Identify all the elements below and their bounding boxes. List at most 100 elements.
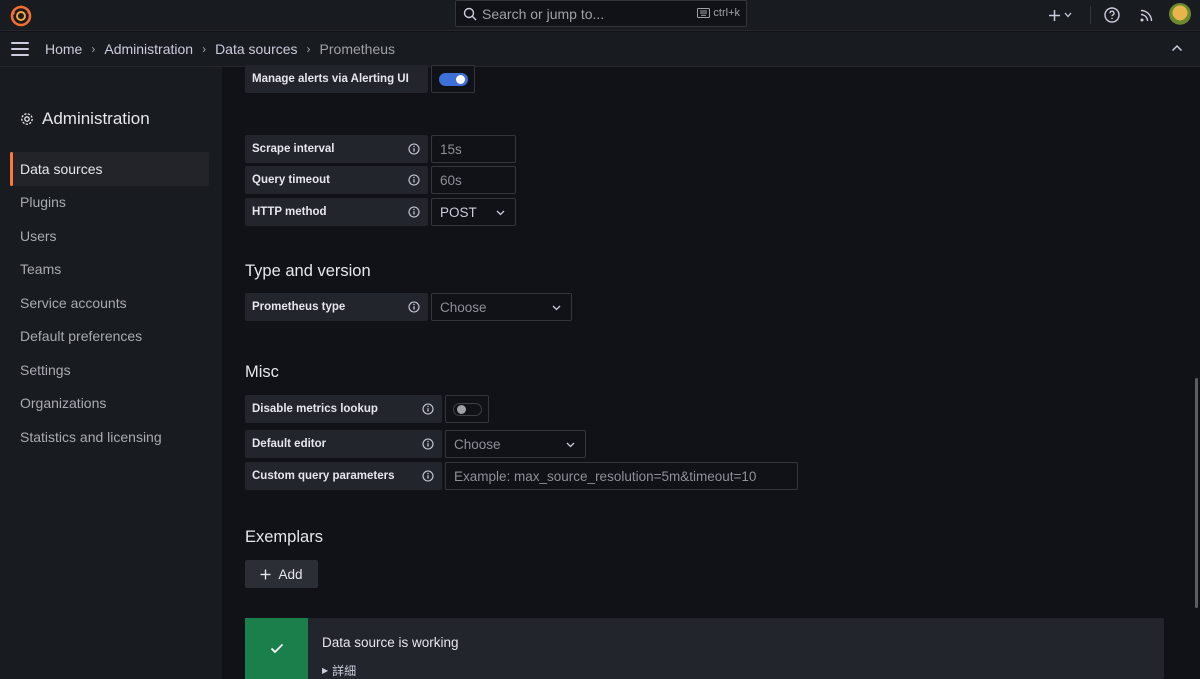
sidebar-item-teams[interactable]: Teams (10, 253, 209, 287)
chevron-down-icon (496, 210, 505, 216)
sidebar-item-settings[interactable]: Settings (10, 353, 209, 387)
top-bar: Search or jump to... ctrl+k (0, 0, 1200, 31)
manage-alerts-label-text: Manage alerts via Alerting UI (252, 73, 409, 85)
default-editor-select[interactable]: Choose (445, 430, 586, 458)
success-alert: Data source is working ▶ 詳細 (245, 618, 1164, 679)
help-icon[interactable] (1103, 6, 1121, 24)
prometheus-type-placeholder: Choose (440, 299, 487, 315)
type-version-heading: Type and version (245, 262, 371, 280)
sidebar-item-data-sources[interactable]: Data sources (10, 152, 209, 186)
sidebar-item-default-preferences[interactable]: Default preferences (10, 320, 209, 354)
disable-metrics-lookup-field (445, 395, 489, 423)
sidebar-item-label: Statistics and licensing (20, 428, 162, 445)
manage-alerts-label: Manage alerts via Alerting UI (245, 65, 428, 93)
main-content: Manage alerts via Alerting UI Scrape int… (222, 65, 1200, 679)
info-icon[interactable] (408, 301, 420, 313)
http-method-select[interactable]: POST (431, 198, 516, 226)
disable-metrics-lookup-toggle[interactable] (453, 403, 482, 416)
chevron-down-icon (566, 442, 575, 448)
custom-query-params-label-text: Custom query parameters (252, 470, 395, 482)
search-shortcut: ctrl+k (697, 7, 740, 19)
sidebar-item-label: Organizations (20, 395, 107, 412)
breadcrumb-administration[interactable]: Administration (104, 41, 193, 57)
keyboard-icon (697, 8, 711, 18)
sidebar-item-label: Data sources (20, 160, 103, 177)
manage-alerts-toggle[interactable] (439, 73, 468, 86)
success-indicator (245, 618, 308, 679)
query-timeout-label: Query timeout (245, 166, 428, 194)
custom-query-params-placeholder: Example: max_source_resolution=5m&timeou… (454, 468, 757, 484)
disable-metrics-lookup-label-text: Disable metrics lookup (252, 403, 378, 415)
details-toggle[interactable]: ▶ 詳細 (322, 662, 356, 679)
user-avatar[interactable] (1169, 3, 1191, 25)
info-icon[interactable] (422, 403, 434, 415)
add-exemplar-button[interactable]: Add (245, 560, 318, 588)
prometheus-type-label-text: Prometheus type (252, 301, 346, 313)
sidebar-item-service-accounts[interactable]: Service accounts (10, 286, 209, 320)
breadcrumb-separator-icon: › (306, 42, 311, 56)
alert-title: Data source is working (322, 635, 459, 650)
page-scrollbar[interactable] (1195, 378, 1198, 608)
details-label: 詳細 (332, 664, 357, 678)
query-timeout-label-text: Query timeout (252, 174, 330, 186)
check-icon (270, 643, 283, 654)
scrape-interval-label: Scrape interval (245, 135, 428, 163)
prometheus-type-select[interactable]: Choose (431, 293, 572, 321)
sidebar-title: Administration (20, 109, 150, 129)
scrape-interval-label-text: Scrape interval (252, 143, 335, 155)
search-icon (463, 7, 477, 21)
topbar-divider (1090, 6, 1091, 24)
info-icon[interactable] (408, 143, 420, 155)
search-placeholder: Search or jump to... (482, 6, 605, 22)
sidebar-item-label: Users (20, 227, 57, 244)
query-timeout-input[interactable]: 60s (431, 166, 516, 194)
sidebar-item-label: Settings (20, 361, 71, 378)
breadcrumb-separator-icon: › (91, 42, 96, 56)
info-icon[interactable] (422, 438, 434, 450)
custom-query-params-input[interactable]: Example: max_source_resolution=5m&timeou… (445, 462, 798, 490)
plus-icon (260, 569, 271, 579)
news-feed-icon[interactable] (1138, 6, 1156, 24)
breadcrumb-bar: Home › Administration › Data sources › P… (0, 32, 1200, 67)
custom-query-params-label: Custom query parameters (245, 462, 442, 490)
info-icon[interactable] (408, 206, 420, 218)
default-editor-placeholder: Choose (454, 436, 501, 452)
new-menu-button[interactable] (1048, 4, 1080, 26)
scrape-interval-input[interactable]: 15s (431, 135, 516, 163)
caret-right-icon: ▶ (322, 666, 329, 675)
http-method-label: HTTP method (245, 198, 428, 226)
info-icon[interactable] (408, 174, 420, 186)
info-icon[interactable] (422, 470, 434, 482)
sidebar: Administration Data sources Plugins User… (0, 67, 222, 679)
exemplars-heading: Exemplars (245, 528, 323, 546)
search-bar[interactable]: Search or jump to... ctrl+k (455, 0, 747, 27)
sidebar-item-label: Service accounts (20, 294, 127, 311)
add-exemplar-label: Add (278, 566, 303, 582)
http-method-value: POST (440, 204, 477, 220)
grafana-logo-icon[interactable] (9, 3, 33, 27)
http-method-label-text: HTTP method (252, 206, 327, 218)
sidebar-item-plugins[interactable]: Plugins (10, 186, 209, 220)
sidebar-item-users[interactable]: Users (10, 219, 209, 253)
shortcut-text: ctrl+k (713, 7, 740, 19)
misc-heading: Misc (245, 363, 279, 381)
disable-metrics-lookup-label: Disable metrics lookup (245, 395, 442, 423)
breadcrumb: Home › Administration › Data sources › P… (45, 41, 395, 57)
manage-alerts-toggle-field (431, 65, 475, 93)
breadcrumb-prometheus: Prometheus (319, 41, 396, 57)
sidebar-item-organizations[interactable]: Organizations (10, 387, 209, 421)
breadcrumb-home[interactable]: Home (45, 41, 82, 57)
default-editor-label-text: Default editor (252, 438, 327, 450)
plus-icon (1049, 9, 1060, 21)
menu-toggle-icon[interactable] (11, 42, 29, 56)
sidebar-nav: Data sources Plugins Users Teams Service… (10, 152, 209, 454)
breadcrumb-data-sources[interactable]: Data sources (215, 41, 297, 57)
chevron-down-icon (1064, 12, 1072, 18)
prometheus-type-label: Prometheus type (245, 293, 428, 321)
sidebar-item-statistics-licensing[interactable]: Statistics and licensing (10, 420, 209, 454)
sidebar-item-label: Plugins (20, 194, 66, 211)
chevron-up-icon[interactable] (1171, 44, 1183, 52)
chevron-down-icon (552, 305, 561, 311)
query-timeout-placeholder: 60s (440, 172, 462, 188)
breadcrumb-separator-icon: › (202, 42, 207, 56)
